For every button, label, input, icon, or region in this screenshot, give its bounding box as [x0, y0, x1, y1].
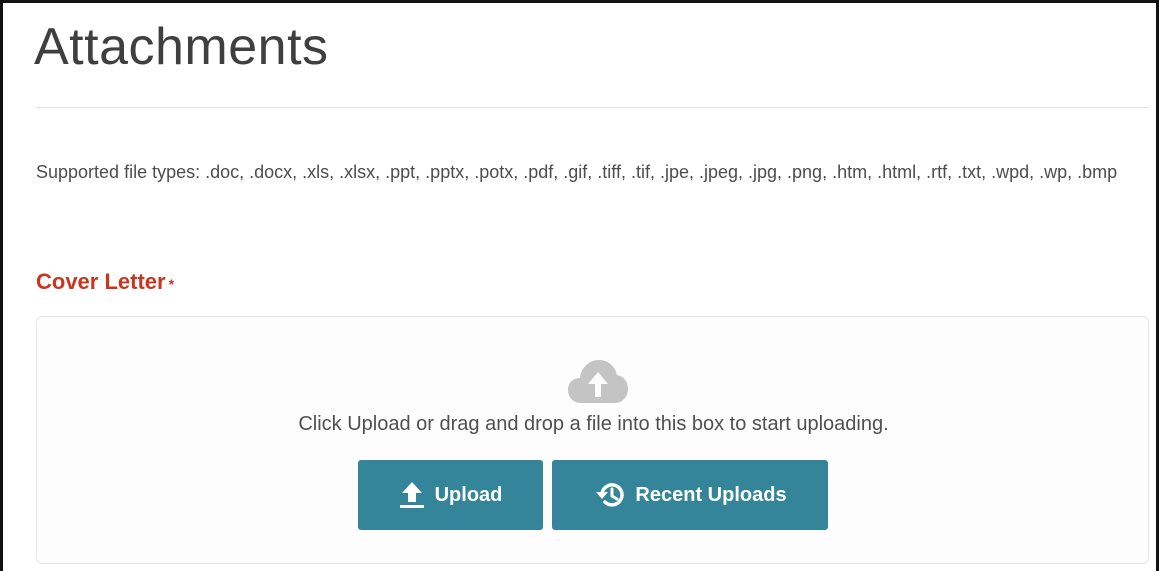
required-marker: * [168, 276, 175, 292]
cover-letter-label: Cover Letter * [36, 267, 174, 297]
recent-uploads-button[interactable]: Recent Uploads [552, 460, 828, 530]
cloud-upload-icon [568, 360, 628, 403]
dropzone-instructions: Click Upload or drag and drop a file int… [298, 413, 889, 435]
upload-arrow-icon [399, 480, 425, 510]
supported-file-types: Supported file types: .doc, .docx, .xls,… [36, 162, 1118, 182]
attachments-panel: Attachments Supported file types: .doc, … [0, 0, 1159, 571]
cover-letter-dropzone[interactable]: Click Upload or drag and drop a file int… [36, 316, 1149, 564]
cover-letter-label-text: Cover Letter [36, 269, 166, 294]
recent-uploads-button-label: Recent Uploads [635, 483, 787, 506]
upload-button-label: Upload [434, 483, 503, 506]
history-icon [593, 480, 625, 510]
title-divider [36, 107, 1149, 108]
page-title: Attachments [34, 18, 329, 76]
upload-button[interactable]: Upload [358, 460, 543, 530]
